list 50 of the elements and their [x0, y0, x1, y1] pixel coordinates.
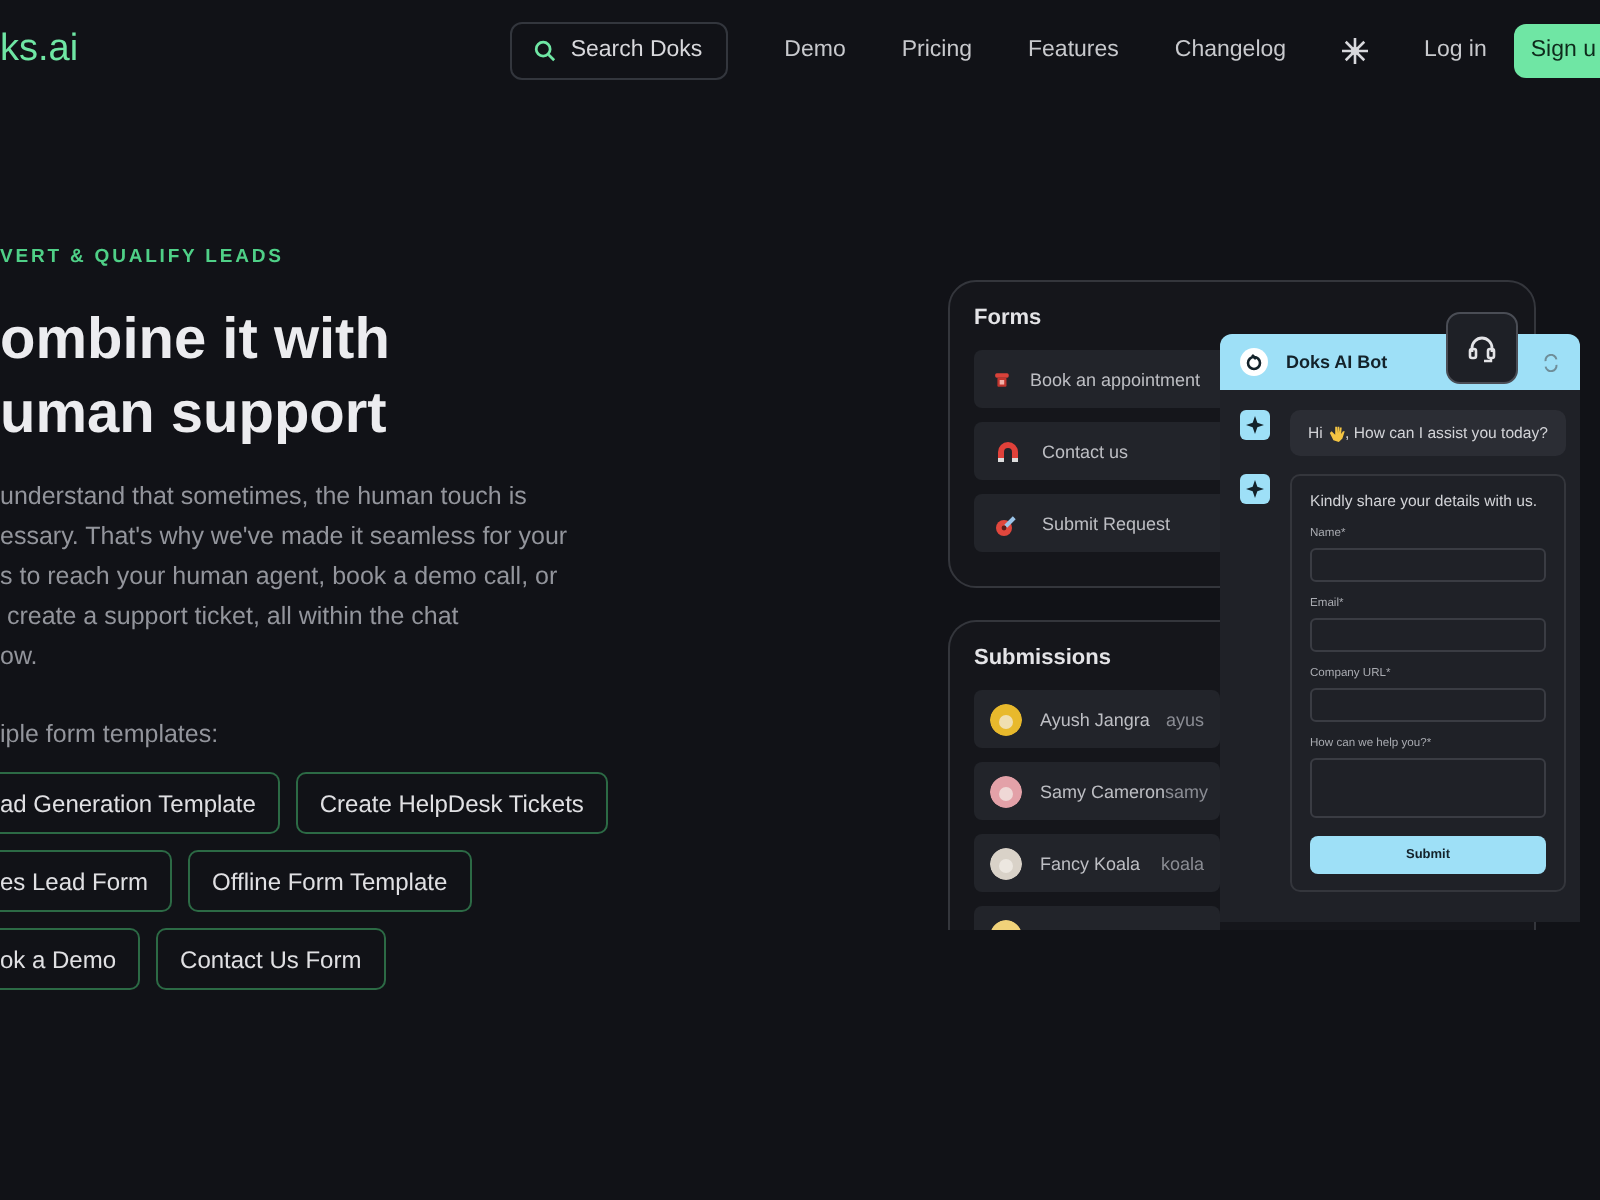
form-item[interactable]: Contact us [974, 422, 1220, 480]
logo[interactable]: ks.ai [0, 28, 79, 72]
input-field[interactable] [1310, 688, 1546, 722]
search-button[interactable]: Search Doks [510, 21, 729, 79]
template-chip[interactable]: ok a Demo [0, 928, 141, 990]
eyebrow-text: VERT & QUALIFY LEADS [0, 246, 286, 268]
search-icon [534, 39, 557, 61]
signup-button[interactable]: Sign u [1514, 23, 1600, 77]
avatar-icon [990, 775, 1022, 807]
nav-link[interactable]: Features [1000, 38, 1147, 62]
login-link[interactable]: Log in [1396, 38, 1515, 62]
templates-label: iple form templates: [0, 720, 221, 748]
nav-link[interactable]: Pricing [873, 38, 1001, 62]
template-chip[interactable]: Contact Us Form [156, 928, 386, 990]
input-field[interactable] [1310, 548, 1546, 582]
headset-icon [1466, 332, 1498, 364]
chat-title: Doks AI Bot [1286, 352, 1388, 372]
template-chip[interactable]: ad Generation Template [0, 772, 280, 834]
support-button[interactable] [1446, 312, 1518, 384]
input-field[interactable] [1310, 618, 1546, 652]
bot-logo-icon [1240, 348, 1268, 376]
form-item[interactable]: Submit Request [974, 494, 1220, 552]
waving-hand-icon [1327, 424, 1346, 442]
hero-paragraph: understand that sometimes, the human touch is essary. That's why we've made it seamless for your s to reach your human agent, book a demo call, or create a support ticket, all within the chat ow. [0, 480, 570, 674]
nav-link[interactable]: Changelog [1146, 38, 1315, 62]
bot-avatar-icon [1240, 474, 1270, 504]
nav-link[interactable]: Demo [756, 38, 874, 62]
magnet-icon [994, 437, 1022, 465]
form-item[interactable]: Book an appointment [974, 350, 1220, 408]
submitter-email: samy [1165, 781, 1209, 801]
template-chip[interactable]: Create HelpDesk Tickets [295, 772, 608, 834]
submission-row[interactable]: Samy Cameronsamy [974, 762, 1220, 820]
bot-avatar-icon [1240, 410, 1270, 440]
textarea-field[interactable] [1310, 758, 1546, 818]
hero-heading: ombine it with uman support [0, 306, 392, 450]
submitter-email: ayus [1165, 709, 1204, 729]
refresh-icon[interactable] [1542, 353, 1560, 371]
panel-title: Submissions [974, 646, 1113, 670]
submitter-name: Samy Cameron [1040, 781, 1166, 801]
submission-row[interactable]: Ayush Jangra ayus [974, 690, 1220, 748]
submitter-email: koala [1160, 853, 1204, 873]
submission-row[interactable]: Fancy Koala koala [974, 834, 1220, 892]
avatar-icon [990, 703, 1022, 735]
avatar-icon [990, 847, 1022, 879]
submitter-name: Ayush Jangra [1040, 709, 1152, 729]
sun-icon[interactable] [1342, 37, 1369, 63]
submitter-name: Fancy Koala [1040, 853, 1143, 873]
template-chip[interactable]: es Lead Form [0, 850, 173, 912]
template-chip[interactable]: Offline Form Template [188, 850, 472, 912]
panel-title: Forms [974, 306, 1044, 330]
